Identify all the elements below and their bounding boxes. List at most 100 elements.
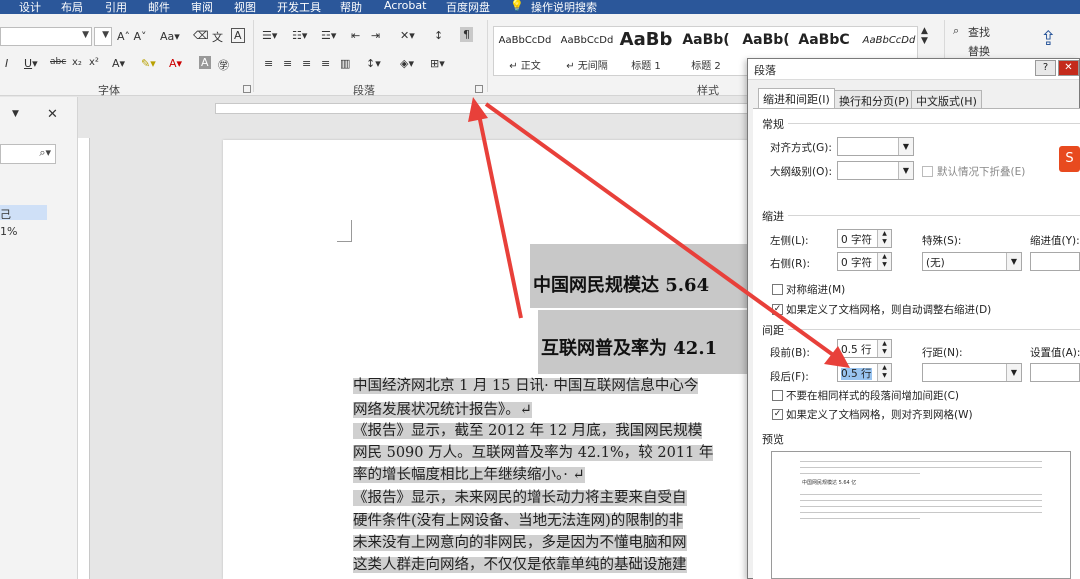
close-icon[interactable]: ✕: [47, 107, 58, 122]
no-space-same-style-checkbox[interactable]: [772, 390, 783, 401]
shading-icon[interactable]: ◈▾: [400, 57, 414, 70]
tell-me-search[interactable]: 操作说明搜索: [531, 0, 597, 15]
mirror-indent-checkbox[interactable]: [772, 284, 783, 295]
collapse-checkbox[interactable]: [922, 166, 933, 177]
char-shading-icon[interactable]: A: [199, 56, 211, 69]
distributed-icon[interactable]: ▥: [340, 57, 350, 70]
alignment-select[interactable]: ▼: [837, 137, 914, 156]
align-right-icon[interactable]: ≡: [302, 57, 311, 70]
auto-adjust-checkbox[interactable]: ✓: [772, 304, 783, 315]
tab-acrobat[interactable]: Acrobat: [384, 0, 426, 12]
increase-indent-icon[interactable]: ⇥: [371, 29, 380, 42]
text-effects-icon[interactable]: A▾: [112, 57, 125, 70]
nav-heading-selected[interactable]: 己: [0, 205, 47, 221]
char-border-icon[interactable]: A: [231, 28, 245, 43]
style-preview: AaBb(: [742, 32, 790, 48]
dialog-title-bar[interactable]: 段落 ? ✕: [748, 59, 1079, 80]
document-line[interactable]: 中国经济网北京 1 月 15 日讯· 中国互联网信息中心今: [353, 374, 745, 395]
tab-design[interactable]: 设计: [19, 0, 41, 15]
style-heading-2[interactable]: AaBb( 标题 2: [678, 27, 734, 77]
tab-indents-spacing[interactable]: 缩进和间距(I): [758, 88, 835, 109]
space-after-spinner[interactable]: 0.5 行 ▲ ▼: [837, 363, 892, 382]
nav-search-input[interactable]: ⌕▾: [0, 144, 56, 164]
enclose-char-icon[interactable]: ㊫: [218, 57, 229, 73]
right-indent-spinner[interactable]: 0 字符 ▲ ▼: [837, 252, 892, 271]
document-line[interactable]: 未来没有上网意向的非网民，多是因为不懂电脑和网: [353, 531, 745, 552]
indent-value-spinner[interactable]: [1030, 252, 1080, 271]
spinner-arrows-icon[interactable]: ▲ ▼: [877, 230, 891, 247]
spinner-arrows-icon[interactable]: ▲ ▼: [877, 340, 891, 357]
space-before-spinner[interactable]: 0.5 行 ▲ ▼: [837, 339, 892, 358]
font-size-combo[interactable]: ▼: [94, 27, 112, 46]
numbering-icon[interactable]: ☷▾: [292, 29, 307, 42]
document-line[interactable]: 网民 5090 万人。互联网普及率为 42.1%，较 2011 年: [353, 441, 745, 462]
tab-asian-typography[interactable]: 中文版式(H): [911, 90, 982, 109]
replace-button[interactable]: 替换: [968, 43, 990, 59]
tab-review[interactable]: 审阅: [191, 0, 213, 15]
grow-font-icon[interactable]: A˄ A˅: [117, 30, 147, 43]
vertical-ruler[interactable]: [78, 138, 90, 579]
paragraph-dialog-launcher-icon[interactable]: [475, 85, 483, 93]
spinner-arrows-icon[interactable]: ▲ ▼: [877, 253, 891, 270]
highlight-icon[interactable]: ✎▾: [141, 57, 156, 70]
tab-references[interactable]: 引用: [105, 0, 127, 15]
help-button[interactable]: ?: [1035, 60, 1056, 76]
tab-line-page-breaks[interactable]: 换行和分页(P): [834, 90, 915, 109]
tab-mailings[interactable]: 邮件: [148, 0, 170, 15]
chevron-down-icon[interactable]: ▼: [12, 109, 19, 119]
find-icon[interactable]: ⌕: [953, 24, 959, 38]
align-left-icon[interactable]: ≡: [264, 57, 273, 70]
line-spacing-select[interactable]: ▼: [922, 363, 1022, 382]
snap-to-grid-checkbox[interactable]: ✓: [772, 409, 783, 420]
tab-layout[interactable]: 布局: [61, 0, 83, 15]
bullets-icon[interactable]: ☰▾: [262, 29, 277, 42]
style-normal[interactable]: AaBbCcDd ↵ 正文: [494, 27, 556, 77]
align-center-icon[interactable]: ≡: [283, 57, 292, 70]
setting-value-spinner[interactable]: [1030, 363, 1080, 382]
left-indent-spinner[interactable]: 0 字符 ▲ ▼: [837, 229, 892, 248]
close-icon[interactable]: ✕: [1058, 60, 1079, 76]
document-line[interactable]: 硬件条件(没有上网设备、当地无法连网)的限制的非: [353, 509, 745, 530]
document-line[interactable]: 《报告》显示，未来网民的增长动力将主要来自受自: [353, 486, 745, 507]
style-no-spacing[interactable]: AaBbCcDd ↵ 无间隔: [556, 27, 618, 77]
font-color-icon[interactable]: A▾: [169, 57, 182, 70]
font-name-combo[interactable]: ▼: [0, 27, 92, 46]
justify-icon[interactable]: ≡: [321, 57, 330, 70]
outline-level-select[interactable]: ▼: [837, 161, 914, 180]
tab-baidu-netdisk[interactable]: 百度网盘: [446, 0, 490, 15]
tab-help[interactable]: 帮助: [340, 0, 362, 15]
superscript-icon[interactable]: x²: [89, 57, 99, 68]
underline-icon[interactable]: U▾: [24, 57, 38, 70]
multilevel-list-icon[interactable]: ☲▾: [321, 29, 336, 42]
preview-section-title: 预览: [762, 433, 784, 446]
font-dialog-launcher-icon[interactable]: [243, 85, 251, 93]
document-title[interactable]: 中国网民规模达 5.64: [530, 244, 748, 308]
phonetic-guide-icon[interactable]: 文: [212, 29, 223, 45]
horizontal-ruler[interactable]: [215, 103, 755, 114]
subscript-icon[interactable]: x₂: [72, 57, 82, 68]
line-spacing-icon[interactable]: ↕▾: [366, 57, 381, 70]
change-case-icon[interactable]: Aa▾: [160, 30, 180, 43]
tab-developer[interactable]: 开发工具: [277, 0, 321, 15]
special-indent-select[interactable]: (无) ▼: [922, 252, 1022, 271]
italic-icon[interactable]: I: [5, 57, 8, 70]
document-line[interactable]: 《报告》显示，截至 2012 年 12 月底，我国网民规模: [353, 419, 745, 440]
style-heading-1[interactable]: AaBb 标题 1: [618, 27, 674, 77]
borders-icon[interactable]: ⊞▾: [430, 57, 445, 70]
document-line[interactable]: 网络发展状况统计报告》。↵: [353, 398, 745, 419]
strikethrough-icon[interactable]: abc: [50, 57, 66, 67]
sort-icon[interactable]: ↕: [434, 29, 443, 42]
tab-view[interactable]: 视图: [234, 0, 256, 15]
find-button[interactable]: 查找: [968, 24, 990, 40]
document-line[interactable]: 这类人群走向网络，不仅仅是依靠单纯的基础设施建: [353, 553, 745, 574]
decrease-indent-icon[interactable]: ⇤: [351, 29, 360, 42]
document-line[interactable]: 率的增长幅度相比上年继续缩小。· ↵: [353, 463, 745, 484]
share-icon[interactable]: ⇪: [1040, 26, 1057, 50]
gallery-scroll-icon[interactable]: ▲ ▼: [921, 26, 928, 46]
document-subtitle[interactable]: 互联网普及率为 42.1: [538, 310, 748, 374]
clear-format-icon[interactable]: ⌫: [193, 29, 209, 42]
asian-layout-icon[interactable]: ✕▾: [400, 29, 415, 42]
spinner-arrows-icon[interactable]: ▲ ▼: [877, 364, 891, 381]
nav-heading-text[interactable]: 1%: [0, 225, 17, 238]
show-marks-icon[interactable]: ¶: [460, 27, 473, 42]
